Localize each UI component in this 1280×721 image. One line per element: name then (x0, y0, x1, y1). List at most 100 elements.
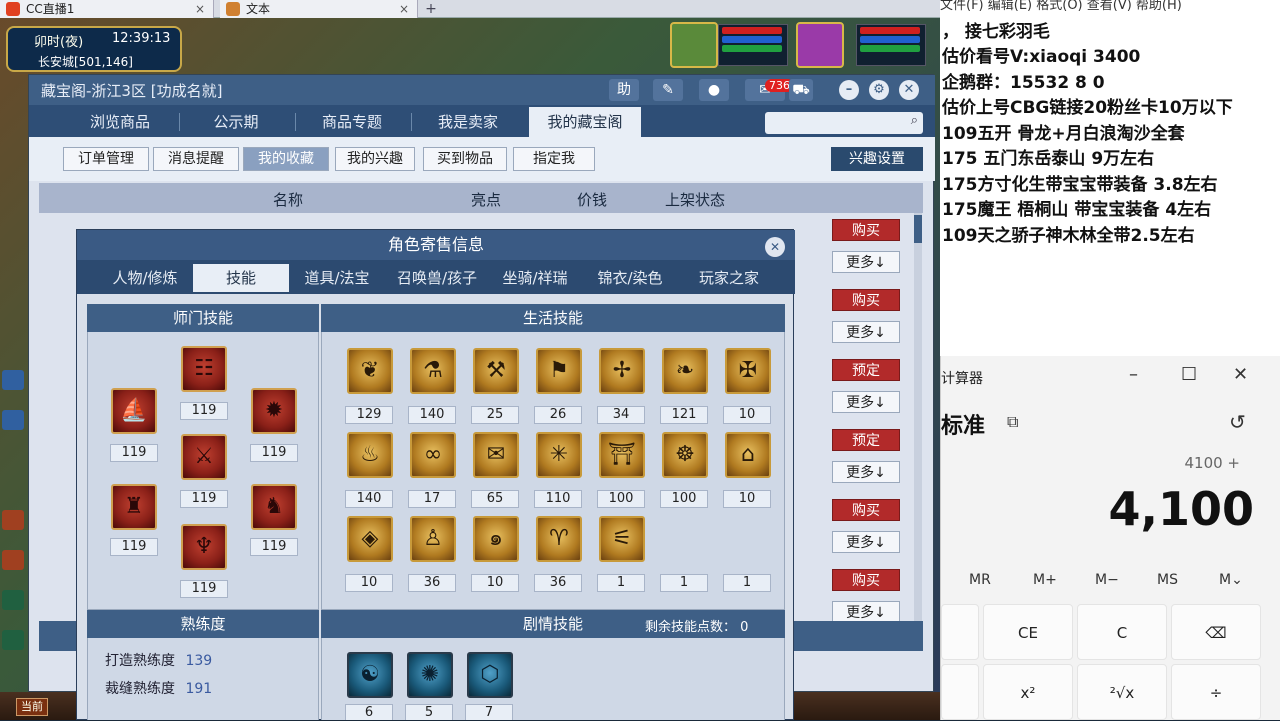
tab-publicity[interactable]: 公示期 (181, 107, 291, 137)
memory-list-button[interactable]: M⌄ (1219, 572, 1243, 588)
tab-cc-live[interactable]: CC直播1 × (0, 0, 214, 18)
scroll-icon[interactable]: ✉ (473, 432, 519, 478)
current-channel-button[interactable]: 当前 (16, 698, 48, 716)
calculator-window[interactable]: 计算器 – ☐ ✕ 标准 ⧉ ↺ 4100 + 4,100 MR M+ M− M… (940, 356, 1280, 720)
scrollbar-thumb[interactable] (914, 215, 922, 243)
interest-settings-button[interactable]: 兴趣设置 (831, 147, 923, 171)
quick-button[interactable] (2, 630, 24, 650)
more-button[interactable]: 更多↓ (832, 391, 900, 413)
quick-button[interactable] (2, 510, 24, 530)
slash-icon[interactable]: ⚔ (181, 434, 227, 480)
quick-button[interactable] (2, 550, 24, 570)
edit-icon[interactable]: ✎ (653, 79, 683, 101)
house-icon[interactable]: ⌂ (725, 432, 771, 478)
notifications-button[interactable]: 消息提醒 (153, 147, 239, 171)
keep-on-top-icon[interactable]: ⧉ (1007, 412, 1018, 432)
buy-button[interactable]: 购买 (832, 569, 900, 591)
totem-icon[interactable]: ♆ (181, 524, 227, 570)
more-button[interactable]: 更多↓ (832, 601, 900, 623)
minimize-icon[interactable]: – (839, 80, 859, 100)
game-client[interactable]: CC直播1 × 文本 × + 卯时(夜) 12:39:13 长安城[501,14… (0, 0, 940, 720)
designated-button[interactable]: 指定我 (513, 147, 595, 171)
record-icon[interactable]: ● (699, 79, 729, 101)
gem-icon[interactable]: ◈ (347, 516, 393, 562)
tab-outfits[interactable]: 锦衣/染色 (585, 264, 675, 292)
key-sqrt[interactable]: ²√x (1077, 664, 1167, 720)
list-scrollbar[interactable] (914, 213, 922, 633)
more-button[interactable]: 更多↓ (832, 251, 900, 273)
close-icon[interactable]: ✕ (1233, 364, 1248, 385)
tab-mounts[interactable]: 坐骑/祥瑞 (491, 264, 579, 292)
splash-icon[interactable]: ✺ (407, 652, 453, 698)
wheel-icon[interactable]: ☸ (662, 432, 708, 478)
guardian-icon[interactable]: ♜ (111, 484, 157, 530)
beast-icon[interactable]: ✹ (251, 388, 297, 434)
memory-recall-button[interactable]: MR (969, 572, 991, 588)
gate-icon[interactable]: ⛩ (599, 432, 645, 478)
help-button[interactable]: 助 (609, 79, 639, 101)
dagger-icon[interactable]: ⚒ (473, 348, 519, 394)
search-input[interactable]: ⌕ (765, 112, 923, 134)
tab-pets[interactable]: 召唤兽/孩子 (387, 264, 487, 292)
hexagon-icon[interactable]: ⬡ (467, 652, 513, 698)
notepad-window[interactable]: 文件(F) 编辑(E) 格式(O) 查看(V) 帮助(H) ， 接七彩羽毛 估价… (940, 0, 1280, 356)
tornado-icon[interactable]: ๑ (473, 516, 519, 562)
purchased-button[interactable]: 买到物品 (423, 147, 507, 171)
tab-text[interactable]: 文本 × (220, 0, 418, 18)
buy-button[interactable]: 购买 (832, 219, 900, 241)
alchemy-icon[interactable]: ⚗ (410, 348, 456, 394)
close-tab-icon[interactable]: × (399, 0, 409, 18)
footsteps-icon[interactable]: ♈ (536, 516, 582, 562)
herb-icon[interactable]: ❦ (347, 348, 393, 394)
tab-seller[interactable]: 我是卖家 (413, 107, 523, 137)
key-reciprocal[interactable] (941, 664, 979, 720)
new-tab-button[interactable]: + (422, 0, 440, 18)
shuriken-icon[interactable]: ✢ (599, 348, 645, 394)
my-interests-button[interactable]: 我的兴趣 (335, 147, 415, 171)
tab-skills[interactable]: 技能 (193, 264, 289, 292)
weave-icon[interactable]: ✳ (536, 432, 582, 478)
key-clear-entry[interactable]: CE (983, 604, 1073, 660)
more-button[interactable]: 更多↓ (832, 321, 900, 343)
strength-icon[interactable]: ♙ (410, 516, 456, 562)
key-divide[interactable]: ÷ (1171, 664, 1261, 720)
buy-button[interactable]: 购买 (832, 499, 900, 521)
more-button[interactable]: 更多↓ (832, 461, 900, 483)
tab-browse[interactable]: 浏览商品 (65, 107, 175, 137)
search-icon[interactable]: ⌕ (911, 113, 918, 128)
tab-topics[interactable]: 商品专题 (297, 107, 407, 137)
pet-portrait[interactable] (670, 22, 718, 68)
quick-button[interactable] (2, 410, 24, 430)
orders-button[interactable]: 订单管理 (63, 147, 149, 171)
minimize-icon[interactable]: – (1129, 364, 1138, 385)
gear-icon[interactable]: ⚙ (869, 80, 889, 100)
player-portrait[interactable] (796, 22, 844, 68)
close-tab-icon[interactable]: × (195, 0, 205, 18)
close-icon[interactable]: ✕ (765, 237, 785, 257)
history-icon[interactable]: ↺ (1229, 410, 1246, 434)
reserve-button[interactable]: 预定 (832, 359, 900, 381)
cauldron-icon[interactable]: ♨ (347, 432, 393, 478)
rune-icon[interactable]: ✠ (725, 348, 771, 394)
key-percent[interactable] (941, 604, 979, 660)
bandage-icon[interactable]: ∞ (410, 432, 456, 478)
demon-icon[interactable]: ♞ (251, 484, 297, 530)
memory-add-button[interactable]: M+ (1033, 572, 1057, 588)
tab-items[interactable]: 道具/法宝 (293, 264, 381, 292)
more-button[interactable]: 更多↓ (832, 531, 900, 553)
quick-button[interactable] (2, 370, 24, 390)
key-clear[interactable]: C (1077, 604, 1167, 660)
quick-button[interactable] (2, 590, 24, 610)
close-icon[interactable]: ✕ (899, 80, 919, 100)
memory-subtract-button[interactable]: M− (1095, 572, 1119, 588)
favorites-button[interactable]: 我的收藏 (243, 147, 329, 171)
key-backspace[interactable]: ⌫ (1171, 604, 1261, 660)
ship-icon[interactable]: ⛵ (111, 388, 157, 434)
mask-icon[interactable]: ☷ (181, 346, 227, 392)
tab-character[interactable]: 人物/修炼 (95, 264, 195, 292)
notepad-menu[interactable]: 文件(F) 编辑(E) 格式(O) 查看(V) 帮助(H) (940, 0, 1182, 13)
reserve-button[interactable]: 预定 (832, 429, 900, 451)
cart-icon[interactable]: ⛟ (789, 79, 813, 101)
buy-button[interactable]: 购买 (832, 289, 900, 311)
maximize-icon[interactable]: ☐ (1181, 364, 1197, 385)
